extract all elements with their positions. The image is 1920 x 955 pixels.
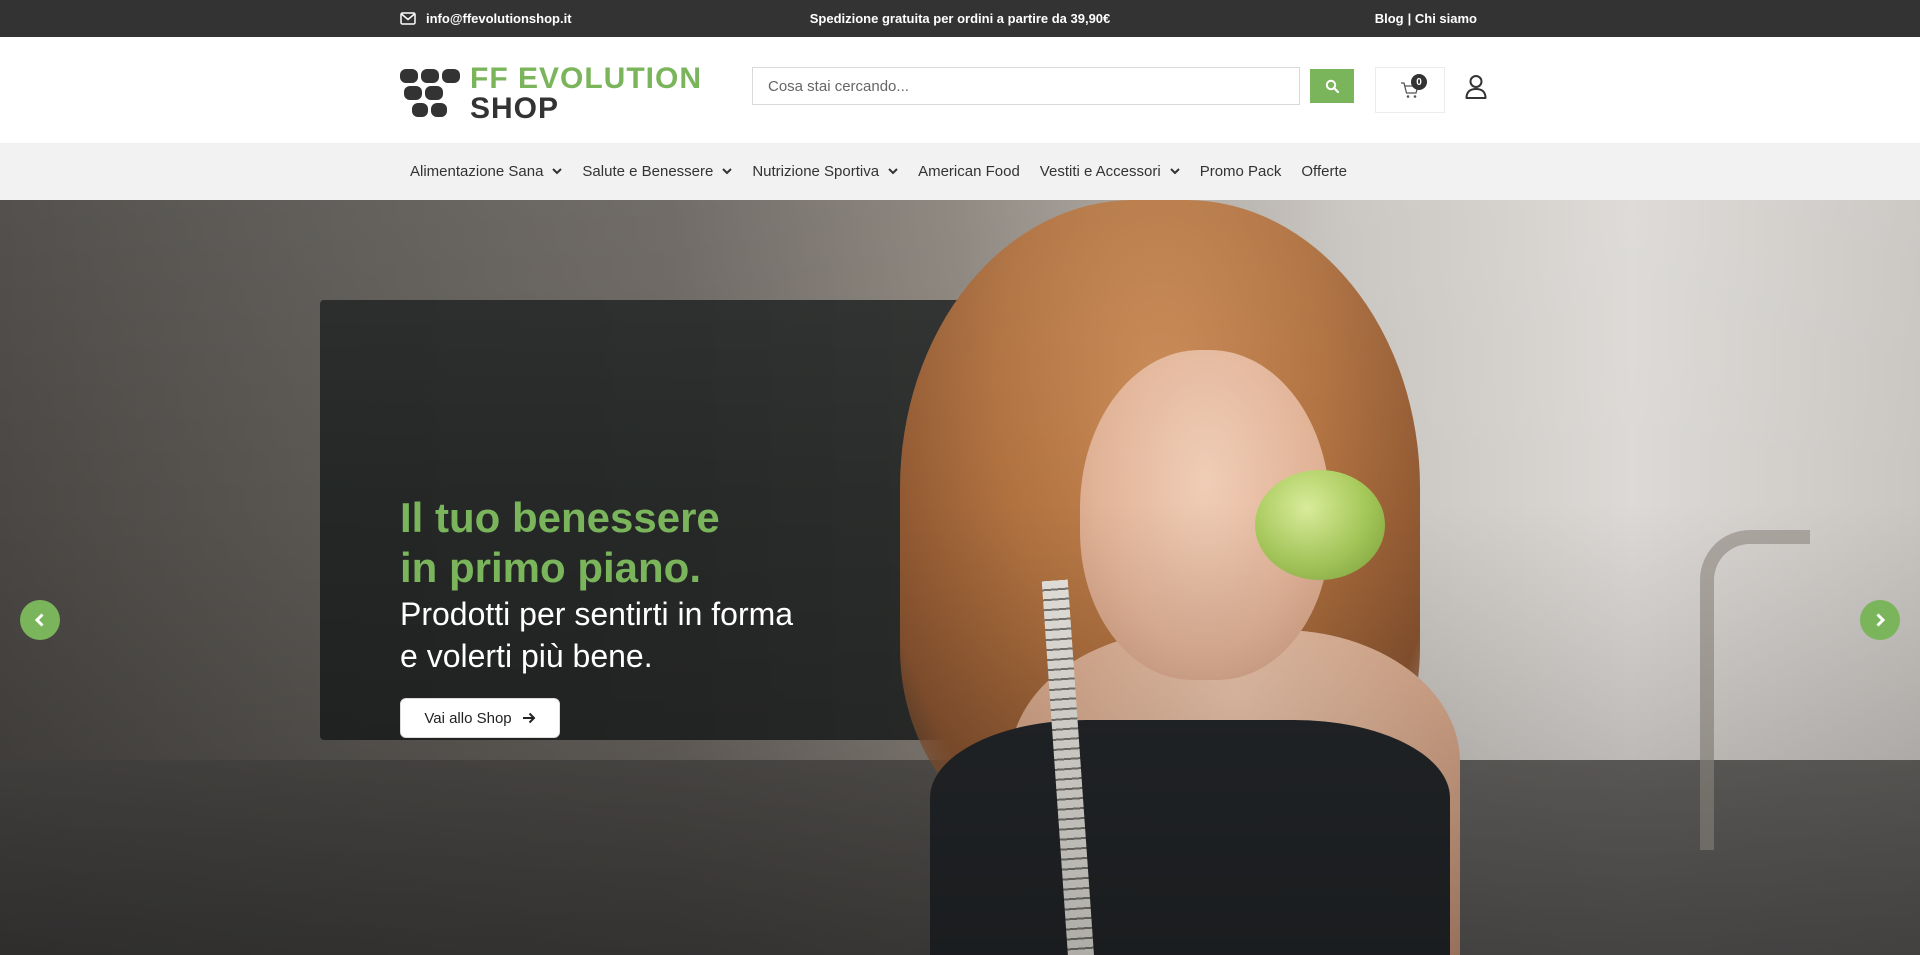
hero-subtitle-line1: Prodotti per sentirti in forma [400,596,794,632]
chevron-down-icon [888,168,898,175]
logo-text-primary: FF EVOLUTION [470,62,702,95]
nav-item-american-food[interactable]: American Food [908,163,1030,180]
about-link[interactable]: | Chi siamo [1408,11,1477,26]
nav-item-label: American Food [918,163,1020,180]
nav-item-alimentazione-sana[interactable]: Alimentazione Sana [400,163,572,180]
hero-slider: Il tuo benessere in primo piano. Prodott… [0,200,1920,955]
nav-item-promo-pack[interactable]: Promo Pack [1190,163,1292,180]
arrow-right-icon [522,712,536,724]
top-links: Blog | Chi siamo [1375,11,1477,26]
chevron-down-icon [552,168,563,175]
blog-link[interactable]: Blog [1375,11,1404,26]
user-icon [1465,75,1487,99]
cta-label: Vai allo Shop [424,709,512,727]
site-header: FF EVOLUTION SHOP 0 [0,37,1920,143]
search-input[interactable] [752,67,1300,105]
user-account-button[interactable] [1464,74,1488,100]
nav-item-label: Vestiti e Accessori [1039,163,1161,180]
slider-prev-button[interactable] [20,600,60,640]
nav-item-vestiti-e-accessori[interactable]: Vestiti e Accessori [1030,163,1190,180]
nav-item-nutrizione-sportiva[interactable]: Nutrizione Sportiva [742,163,908,180]
chevron-left-icon [34,613,44,627]
nav-item-salute-e-benessere[interactable]: Salute e Benessere [572,163,742,180]
shipping-notice: Spedizione gratuita per ordini a partire… [809,11,1111,26]
nav-item-label: Salute e Benessere [582,163,714,180]
hero-title-line1: Il tuo benessere [400,494,720,541]
chevron-right-icon [1876,613,1886,627]
logo-mark-icon [400,69,460,119]
main-nav: Alimentazione Sana Salute e Benessere Nu… [0,143,1920,200]
nav-item-label: Offerte [1301,163,1347,180]
cart-button[interactable]: 0 [1375,67,1445,113]
nav-item-label: Promo Pack [1199,163,1282,180]
top-bar: info@ffevolutionshop.it Spedizione gratu… [0,0,1920,37]
logo-text-secondary: SHOP [470,92,560,125]
logo[interactable]: FF EVOLUTION SHOP [400,64,702,124]
search-icon [1325,79,1339,93]
hero-title-line2: in primo piano. [400,544,701,591]
chevron-down-icon [1169,168,1180,175]
search-button[interactable] [1310,69,1354,103]
hero-text: Il tuo benessere in primo piano. Prodott… [400,493,793,677]
nav-item-offerte[interactable]: Offerte [1291,163,1357,180]
slider-next-button[interactable] [1860,600,1900,640]
cart-count-badge: 0 [1411,74,1427,90]
nav-item-label: Alimentazione Sana [410,163,544,180]
shop-cta-button[interactable]: Vai allo Shop [400,698,560,738]
nav-item-label: Nutrizione Sportiva [752,163,880,180]
chevron-down-icon [722,168,733,175]
hero-subtitle-line2: e volerti più bene. [400,638,653,674]
